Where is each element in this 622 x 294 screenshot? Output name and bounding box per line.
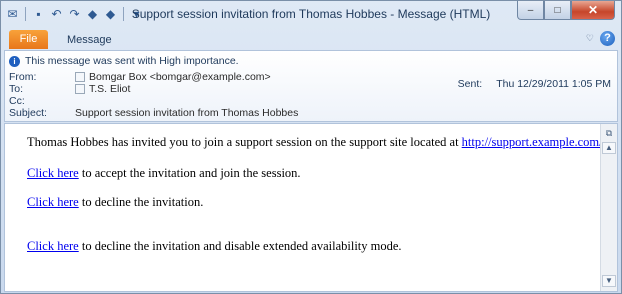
importance-notice-text: This message was sent with High importan… xyxy=(25,55,239,67)
body-line-invite: Thomas Hobbes has invited you to join a … xyxy=(27,135,606,149)
body-line-accept: Click here to accept the invitation and … xyxy=(27,166,301,180)
cc-row: Cc: xyxy=(9,95,75,107)
cc-label: Cc: xyxy=(9,95,25,107)
collapse-ribbon-icon[interactable]: ♡ xyxy=(586,33,594,44)
subject-row: Subject: Support session invitation from… xyxy=(9,107,298,119)
from-row: From: Bomgar Box <bomgar@example.com> xyxy=(9,71,271,83)
scroll-up-icon[interactable]: ▲ xyxy=(602,142,616,154)
accept-text: to accept the invitation and join the se… xyxy=(78,166,301,180)
window-controls: – □ ✕ xyxy=(517,1,615,20)
subject-label: Subject: xyxy=(9,107,47,119)
message-body: Thomas Hobbes has invited you to join a … xyxy=(4,123,618,292)
page-view-icon[interactable]: ⧉ xyxy=(602,128,616,140)
sent-row: Sent: Thu 12/29/2011 1:05 PM xyxy=(458,78,611,90)
message-window: ✉ ▪ ↶ ↷ ◆ ◆ ▾ Support session invitation… xyxy=(0,0,622,294)
sent-label: Sent: xyxy=(457,78,483,90)
contact-card-icon[interactable] xyxy=(75,72,85,82)
accept-link[interactable]: Click here xyxy=(27,166,79,180)
from-label: From: xyxy=(9,71,37,83)
sent-value: Thu 12/29/2011 1:05 PM xyxy=(496,78,611,90)
decline-disable-link[interactable]: Click here xyxy=(27,239,79,253)
info-icon: i xyxy=(9,55,20,67)
close-button[interactable]: ✕ xyxy=(571,1,615,20)
body-line-decline: Click here to decline the invitation. xyxy=(27,195,203,209)
decline-text: to decline the invitation. xyxy=(78,195,204,209)
vertical-scrollbar[interactable]: ⧉ ▲ ▼ xyxy=(600,124,617,291)
body-line-decline-disable: Click here to decline the invitation and… xyxy=(27,239,402,253)
ribbon-right-controls: ♡ ? xyxy=(586,31,615,46)
help-icon[interactable]: ? xyxy=(600,31,615,46)
invite-text: Thomas Hobbes has invited you to join a … xyxy=(27,135,462,149)
tab-message[interactable]: Message xyxy=(61,31,118,49)
to-value[interactable]: T.S. Eliot xyxy=(89,83,130,95)
subject-value: Support session invitation from Thomas H… xyxy=(75,107,299,119)
maximize-button[interactable]: □ xyxy=(544,1,571,20)
contact-card-icon[interactable] xyxy=(75,84,85,94)
tab-file[interactable]: File xyxy=(9,30,48,49)
to-row: To: T.S. Eliot xyxy=(9,83,130,95)
from-value[interactable]: Bomgar Box <bomgar@example.com> xyxy=(89,71,271,83)
title-bar: ✉ ▪ ↶ ↷ ◆ ◆ ▾ Support session invitation… xyxy=(1,1,621,27)
decline-disable-text: to decline the invitation and disable ex… xyxy=(78,239,402,253)
message-header: i This message was sent with High import… xyxy=(4,50,618,122)
decline-link[interactable]: Click here xyxy=(27,195,79,209)
to-label: To: xyxy=(9,83,24,95)
scroll-down-icon[interactable]: ▼ xyxy=(602,275,616,287)
ribbon-tabs: File Message ♡ ? xyxy=(1,28,621,50)
support-site-link[interactable]: http://support.example.com/ xyxy=(462,135,603,149)
importance-notice: i This message was sent with High import… xyxy=(9,55,239,67)
minimize-button[interactable]: – xyxy=(517,1,544,20)
